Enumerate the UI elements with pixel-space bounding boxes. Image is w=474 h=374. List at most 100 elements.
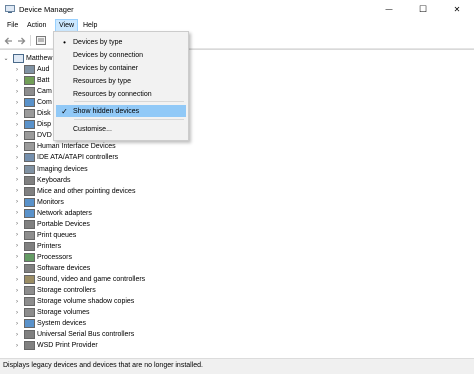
radio-bullet-icon: • bbox=[63, 37, 66, 47]
tree-item[interactable]: › Storage controllers bbox=[13, 285, 96, 296]
tree-item[interactable]: › Printers bbox=[13, 241, 61, 252]
menu-file[interactable]: File bbox=[4, 20, 21, 32]
tree-item-label: Storage volume shadow copies bbox=[37, 298, 135, 306]
view-menu-item[interactable]: Devices by connection bbox=[56, 49, 186, 61]
back-button[interactable] bbox=[3, 35, 14, 46]
tree-item[interactable]: › Processors bbox=[13, 252, 72, 263]
expand-chevron-icon[interactable]: › bbox=[13, 75, 21, 86]
tree-item[interactable]: › Software devices bbox=[13, 263, 90, 274]
expand-chevron-icon[interactable]: › bbox=[13, 119, 21, 130]
monitor-icon bbox=[24, 197, 35, 207]
expand-chevron-icon[interactable]: › bbox=[13, 208, 21, 219]
network-adapter-icon bbox=[24, 208, 35, 218]
ide-controller-icon bbox=[24, 153, 35, 163]
expand-chevron-icon[interactable]: › bbox=[13, 274, 21, 285]
expand-chevron-icon[interactable]: › bbox=[13, 230, 21, 241]
tree-item-label: Cam bbox=[37, 88, 52, 96]
view-menu-item[interactable]: Resources by type bbox=[56, 75, 186, 87]
tree-item-label: Aud bbox=[37, 66, 50, 74]
tree-item-label: Network adapters bbox=[37, 209, 92, 217]
tree-item[interactable]: › Universal Serial Bus controllers bbox=[13, 329, 134, 340]
storage-volume-icon bbox=[24, 308, 35, 318]
expand-chevron-icon[interactable]: › bbox=[13, 141, 21, 152]
expand-chevron-icon[interactable]: › bbox=[13, 296, 21, 307]
status-bar: Displays legacy devices and devices that… bbox=[0, 358, 474, 374]
menu-separator bbox=[74, 101, 184, 102]
view-menu-item[interactable]: Customise... bbox=[56, 123, 186, 135]
expand-chevron-icon[interactable]: › bbox=[13, 252, 21, 263]
view-menu-item[interactable]: • Devices by type bbox=[56, 36, 186, 48]
tree-item-label: Imaging devices bbox=[37, 165, 88, 173]
tree-item[interactable]: › Com bbox=[13, 97, 52, 108]
expand-chevron-icon[interactable]: › bbox=[13, 241, 21, 252]
expand-chevron-icon[interactable]: › bbox=[13, 97, 21, 108]
tree-item[interactable]: › Mice and other pointing devices bbox=[13, 186, 135, 197]
tree-item[interactable]: › Storage volumes bbox=[13, 307, 90, 318]
tree-item[interactable]: › Network adapters bbox=[13, 208, 92, 219]
tree-item[interactable]: › Monitors bbox=[13, 197, 64, 208]
software-device-icon bbox=[24, 263, 35, 273]
expand-chevron-icon[interactable]: › bbox=[13, 64, 21, 75]
dvd-drive-icon bbox=[24, 131, 35, 141]
tree-item[interactable]: › Imaging devices bbox=[13, 164, 88, 175]
tree-item[interactable]: › Human Interface Devices bbox=[13, 141, 116, 152]
properties-button[interactable] bbox=[35, 35, 46, 46]
view-menu-item[interactable]: ✓ Show hidden devices bbox=[56, 105, 186, 117]
usb-controller-icon bbox=[24, 330, 35, 340]
tree-item-label: System devices bbox=[37, 320, 87, 328]
expand-chevron-icon[interactable]: › bbox=[13, 164, 21, 175]
close-button[interactable]: ✕ bbox=[440, 0, 474, 19]
view-menu-item-label: Resources by type bbox=[73, 77, 131, 85]
expand-chevron-icon[interactable]: › bbox=[13, 318, 21, 329]
tree-item[interactable]: › Storage volume shadow copies bbox=[13, 296, 134, 307]
display-icon bbox=[24, 120, 35, 130]
view-menu-item[interactable]: Resources by connection bbox=[56, 88, 186, 100]
processor-icon bbox=[24, 252, 35, 262]
hid-icon bbox=[24, 142, 35, 152]
tree-item-label: Monitors bbox=[37, 198, 64, 206]
view-menu-item-label: Devices by container bbox=[73, 64, 138, 72]
forward-button[interactable] bbox=[16, 35, 27, 46]
expand-chevron-icon[interactable]: › bbox=[13, 307, 21, 318]
expand-chevron-icon[interactable]: › bbox=[13, 329, 21, 340]
menu-action[interactable]: Action bbox=[24, 20, 49, 32]
expand-chevron-icon[interactable]: › bbox=[13, 108, 21, 119]
view-menu-item[interactable]: Devices by container bbox=[56, 62, 186, 74]
tree-item[interactable]: › IDE ATA/ATAPI controllers bbox=[13, 152, 118, 163]
tree-item[interactable]: › DVD bbox=[13, 130, 52, 141]
maximize-button[interactable]: ☐ bbox=[406, 0, 440, 19]
expand-chevron-icon[interactable]: › bbox=[13, 152, 21, 163]
tree-item[interactable]: › Portable Devices bbox=[13, 219, 90, 230]
checkmark-icon: ✓ bbox=[61, 106, 68, 116]
tree-item[interactable]: › Cam bbox=[13, 86, 52, 97]
tree-item-label: Printers bbox=[37, 242, 62, 250]
tree-item-label: Disp bbox=[37, 121, 52, 129]
expand-chevron-icon[interactable]: › bbox=[13, 219, 21, 230]
tree-item[interactable]: › Aud bbox=[13, 64, 49, 75]
expand-chevron-icon[interactable]: › bbox=[13, 175, 21, 186]
system-device-icon bbox=[24, 319, 35, 329]
tree-item[interactable]: › Keyboards bbox=[13, 175, 70, 186]
tree-item[interactable]: › Batt bbox=[13, 75, 49, 86]
expand-chevron-icon[interactable]: › bbox=[13, 186, 21, 197]
collapse-chevron-icon[interactable]: ⌄ bbox=[2, 53, 10, 64]
expand-chevron-icon[interactable]: › bbox=[13, 340, 21, 351]
tree-item[interactable]: › Sound, video and game controllers bbox=[13, 274, 145, 285]
view-menu-item-label: Devices by type bbox=[73, 38, 123, 46]
expand-chevron-icon[interactable]: › bbox=[13, 130, 21, 141]
tree-item-label: Print queues bbox=[37, 231, 77, 239]
tree-item[interactable]: › Disp bbox=[13, 119, 51, 130]
tree-item[interactable]: › Print queues bbox=[13, 230, 76, 241]
expand-chevron-icon[interactable]: › bbox=[13, 263, 21, 274]
tree-item[interactable]: › Disk bbox=[13, 108, 51, 119]
expand-chevron-icon[interactable]: › bbox=[13, 86, 21, 97]
minimize-button[interactable]: — bbox=[372, 0, 406, 19]
expand-chevron-icon[interactable]: › bbox=[13, 285, 21, 296]
expand-chevron-icon[interactable]: › bbox=[13, 197, 21, 208]
window-title: Device Manager bbox=[19, 5, 74, 14]
tree-item[interactable]: › System devices bbox=[13, 318, 86, 329]
tree-item-label: Human Interface Devices bbox=[37, 143, 116, 151]
view-menu-dropdown: • Devices by type Devices by connection Dev… bbox=[53, 31, 189, 141]
tree-root[interactable]: ⌄ Matthew bbox=[2, 53, 52, 64]
tree-item[interactable]: › WSD Print Provider bbox=[13, 340, 98, 351]
